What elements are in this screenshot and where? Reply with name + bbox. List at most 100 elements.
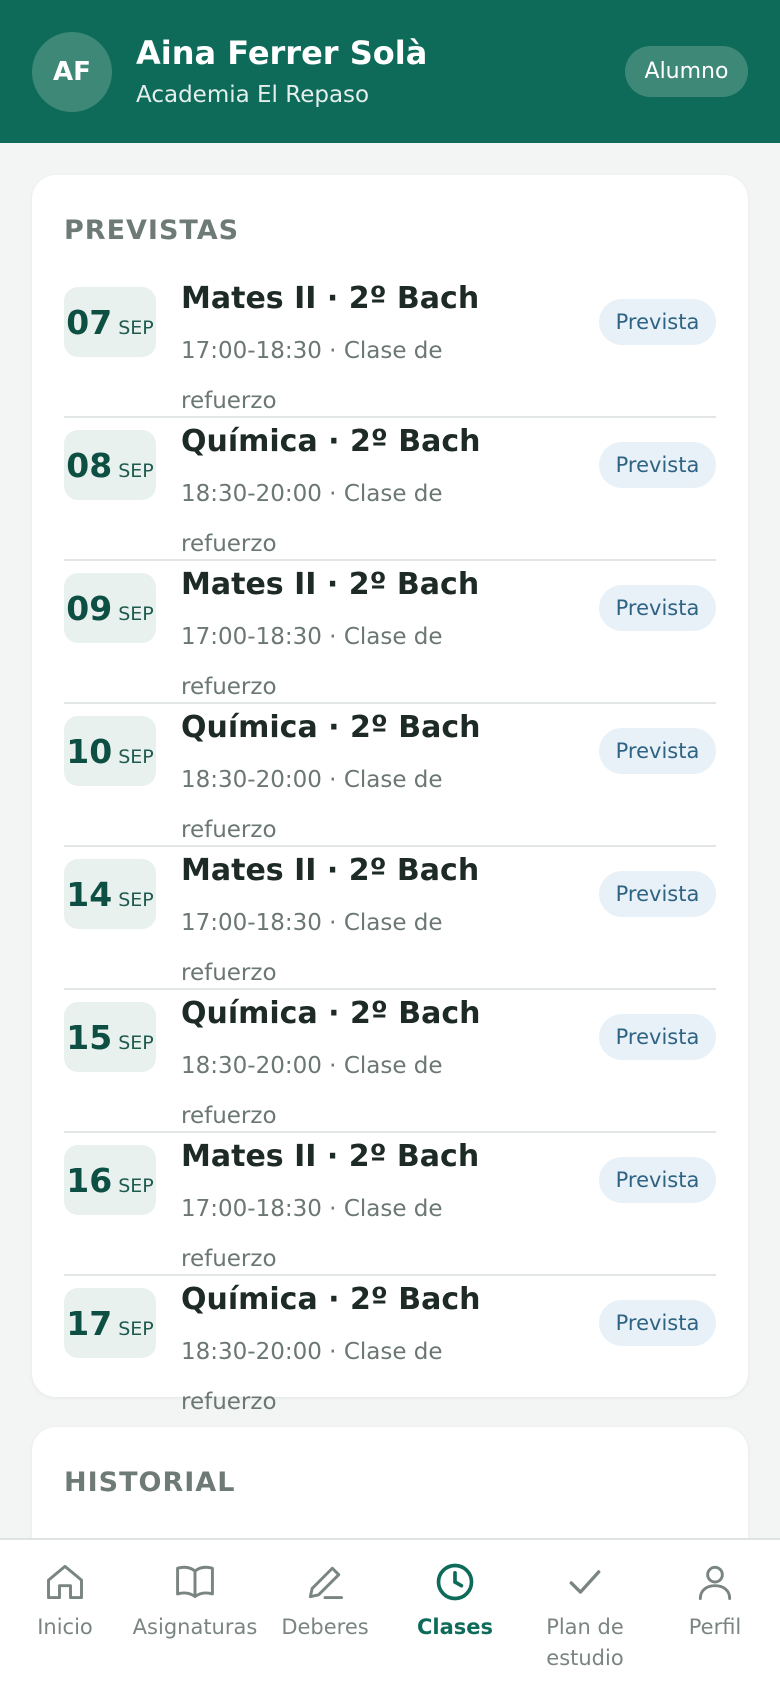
nav-label: Clases (416, 1615, 494, 1639)
nav-item-perfil[interactable]: Perfil (650, 1540, 780, 1688)
person-icon (698, 1565, 732, 1600)
session-row[interactable]: 09 SEP Mates II · 2º Bach 17:00-18:30 · … (64, 561, 716, 704)
session-row[interactable]: 10 SEP Química · 2º Bach 18:30-20:00 · C… (64, 704, 716, 847)
session-time: 17:00-18:30 (181, 338, 322, 364)
session-row[interactable]: 16 SEP Mates II · 2º Bach 17:00-18:30 · … (64, 1133, 716, 1276)
session-details: Química · 2º Bach 18:30-20:00 · Clase de… (181, 424, 481, 557)
check-icon (569, 1570, 601, 1594)
role-badge: Alumno (625, 46, 748, 97)
nav-item-plan-de-estudio[interactable]: Plan de estudio (520, 1540, 650, 1688)
status-label: Prevista (615, 310, 700, 334)
nav-item-inicio[interactable]: Inicio (0, 1540, 130, 1688)
session-row[interactable]: 15 SEP Química · 2º Bach 18:30-20:00 · C… (64, 990, 716, 1133)
nav-item-asignaturas[interactable]: Asignaturas (130, 1540, 260, 1688)
upcoming-sessions-card: PREVISTAS 07 SEP Mates II · 2º Bach 17:0… (32, 175, 748, 1415)
nav-item-clases[interactable]: Clases (390, 1540, 520, 1688)
session-subject: Mates II · 2º Bach (181, 281, 480, 316)
session-time: 18:30-20:00 (181, 1339, 322, 1365)
session-subject: Química · 2º Bach (181, 1282, 481, 1317)
section-title-upcoming: PREVISTAS (64, 215, 240, 246)
clock-icon (436, 1563, 474, 1601)
date-month: SEP (118, 317, 154, 339)
date-month: SEP (118, 1032, 154, 1054)
date-day: 14 (66, 875, 113, 914)
status-badge: Prevista (599, 1014, 716, 1060)
nav-label: Asignaturas (132, 1615, 258, 1639)
nav-item-deberes[interactable]: Deberes (260, 1540, 390, 1688)
status-label: Prevista (615, 1168, 700, 1192)
bottom-nav: Inicio Asignaturas Deberes Clases Plan d… (0, 1538, 780, 1688)
session-details: Química · 2º Bach 18:30-20:00 · Clase de… (181, 996, 481, 1129)
session-time: 18:30-20:00 (181, 767, 322, 793)
date-box: 17 SEP (64, 1288, 156, 1358)
date-box: 14 SEP (64, 859, 156, 929)
nav-label: Deberes (281, 1615, 369, 1639)
session-subject: Química · 2º Bach (181, 996, 481, 1031)
avatar[interactable]: AF (32, 32, 112, 112)
date-day: 10 (66, 732, 113, 771)
date-day: 15 (66, 1018, 113, 1057)
session-list: 07 SEP Mates II · 2º Bach 17:00-18:30 · … (64, 275, 716, 1419)
date-day: 08 (66, 446, 113, 485)
date-month: SEP (118, 1175, 154, 1197)
session-row[interactable]: 07 SEP Mates II · 2º Bach 17:00-18:30 · … (64, 275, 716, 418)
date-box: 08 SEP (64, 430, 156, 500)
status-label: Prevista (615, 453, 700, 477)
status-label: Prevista (615, 596, 700, 620)
status-badge: Prevista (599, 728, 716, 774)
date-month: SEP (118, 746, 154, 768)
date-day: 09 (66, 589, 113, 628)
session-row[interactable]: 17 SEP Química · 2º Bach 18:30-20:00 · C… (64, 1276, 716, 1419)
session-details: Mates II · 2º Bach 17:00-18:30 · Clase d… (181, 853, 480, 986)
session-details: Mates II · 2º Bach 17:00-18:30 · Clase d… (181, 281, 480, 414)
status-label: Prevista (615, 882, 700, 906)
session-subject: Mates II · 2º Bach (181, 853, 480, 888)
school-name: Academia El Repaso (136, 82, 370, 108)
date-box: 10 SEP (64, 716, 156, 786)
nav-label: Inicio (37, 1615, 93, 1639)
session-time: 17:00-18:30 (181, 624, 322, 650)
status-label: Prevista (615, 739, 700, 763)
session-subject: Mates II · 2º Bach (181, 1139, 480, 1174)
status-badge: Prevista (599, 299, 716, 345)
session-row[interactable]: 14 SEP Mates II · 2º Bach 17:00-18:30 · … (64, 847, 716, 990)
date-month: SEP (118, 603, 154, 625)
date-box: 16 SEP (64, 1145, 156, 1215)
session-details: Mates II · 2º Bach 17:00-18:30 · Clase d… (181, 1139, 480, 1272)
date-box: 07 SEP (64, 287, 156, 357)
session-details: Química · 2º Bach 18:30-20:00 · Clase de… (181, 710, 481, 843)
date-month: SEP (118, 889, 154, 911)
session-time: 17:00-18:30 (181, 1196, 322, 1222)
status-label: Prevista (615, 1311, 700, 1335)
session-time: 18:30-20:00 (181, 1053, 322, 1079)
session-details: Química · 2º Bach 18:30-20:00 · Clase de… (181, 1282, 481, 1415)
role-label: Alumno (644, 59, 729, 84)
session-row[interactable]: 08 SEP Química · 2º Bach 18:30-20:00 · C… (64, 418, 716, 561)
home-icon (47, 1564, 83, 1600)
date-month: SEP (118, 1318, 154, 1340)
session-subject: Química · 2º Bach (181, 710, 481, 745)
session-time: 18:30-20:00 (181, 481, 322, 507)
date-day: 17 (66, 1304, 113, 1343)
session-subject: Química · 2º Bach (181, 424, 481, 459)
nav-label: Plan de estudio (546, 1615, 624, 1670)
status-badge: Prevista (599, 1157, 716, 1203)
session-subject: Mates II · 2º Bach (181, 567, 480, 602)
app-header: AF Aina Ferrer Solà Academia El Repaso A… (0, 0, 780, 143)
date-month: SEP (118, 460, 154, 482)
date-box: 15 SEP (64, 1002, 156, 1072)
book-icon (176, 1565, 214, 1599)
user-name: Aina Ferrer Solà (136, 34, 428, 72)
status-badge: Prevista (599, 442, 716, 488)
date-day: 07 (66, 303, 113, 342)
session-details: Mates II · 2º Bach 17:00-18:30 · Clase d… (181, 567, 480, 700)
status-badge: Prevista (599, 585, 716, 631)
date-box: 09 SEP (64, 573, 156, 643)
status-badge: Prevista (599, 871, 716, 917)
section-title-history: HISTORIAL (64, 1467, 236, 1498)
pencil-icon (308, 1566, 343, 1600)
nav-label: Perfil (688, 1615, 742, 1639)
session-time: 17:00-18:30 (181, 910, 322, 936)
date-day: 16 (66, 1161, 113, 1200)
status-label: Prevista (615, 1025, 700, 1049)
